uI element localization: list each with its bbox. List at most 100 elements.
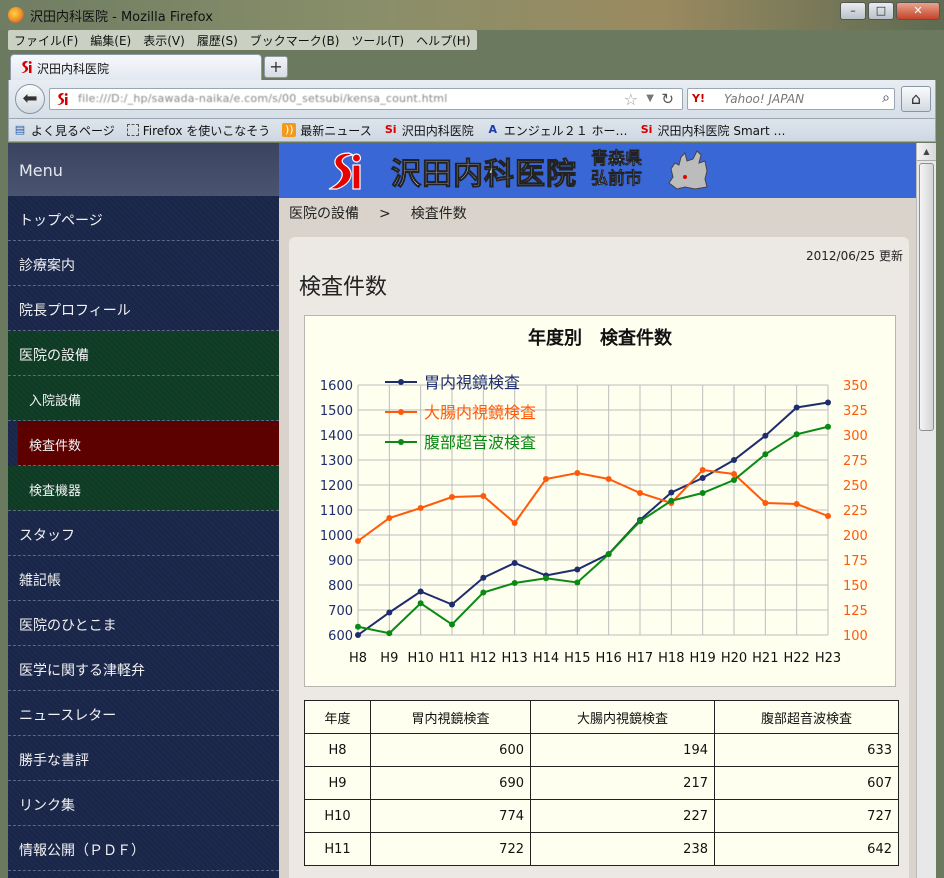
sidebar-item-facilities[interactable]: 医院の設備 bbox=[8, 331, 279, 376]
x-tick-label: H15 bbox=[564, 651, 590, 666]
sidebar-item-newsletter[interactable]: ニュースレター bbox=[8, 691, 279, 736]
exam-count-chart: 年度別 検査件数 1600 1500 1400 1300 1200 1100 1000 900 8… bbox=[304, 315, 896, 687]
menu-view[interactable]: 表示(V) bbox=[137, 30, 191, 50]
minimize-button[interactable]: – bbox=[840, 2, 866, 20]
data-point bbox=[699, 475, 706, 481]
sidebar-item-staff[interactable]: スタッフ bbox=[8, 511, 279, 556]
series-line bbox=[357, 425, 829, 635]
back-button[interactable]: ⬅ bbox=[15, 84, 45, 114]
data-point bbox=[793, 501, 800, 507]
exam-count-table-container: 年度 胃内視鏡検査 大腸内視鏡検査 腹部超音波検査 H8 600 194 633 H9 6… bbox=[304, 700, 899, 866]
new-tab-button[interactable]: + bbox=[264, 56, 288, 78]
scroll-up-icon[interactable]: ▲ bbox=[917, 143, 936, 161]
sidebar-item-disclosure-pdf[interactable]: 情報公開（ＰＤＦ） bbox=[8, 826, 279, 871]
table-cell: 227 bbox=[530, 799, 715, 833]
data-point bbox=[699, 467, 706, 473]
menu-tools[interactable]: ツール(T) bbox=[345, 30, 410, 50]
menu-history[interactable]: 履歴(S) bbox=[191, 30, 244, 50]
data-point bbox=[386, 515, 393, 521]
table-cell: 607 bbox=[714, 766, 899, 800]
page-scrollbar[interactable]: ▲ bbox=[916, 143, 936, 878]
menu-bar: ファイル(F) 編集(E) 表示(V) 履歴(S) ブックマーク(B) ツール(… bbox=[8, 30, 477, 50]
chart-canvas: 年度別 検査件数 1600 1500 1400 1300 1200 1100 1000 900 8… bbox=[320, 327, 868, 666]
updated-date: 2012/06/25 更新 bbox=[806, 249, 903, 263]
data-point bbox=[511, 580, 518, 586]
back-arrow-icon: ⬅ bbox=[22, 88, 38, 109]
close-button[interactable]: ✕ bbox=[896, 2, 940, 20]
sidebar-item-exam-count[interactable]: 検査件数 bbox=[18, 421, 279, 466]
y-right-tick-label: 325 bbox=[843, 404, 868, 419]
bookmark-latest-news[interactable]: )) 最新ニュース bbox=[282, 122, 372, 139]
bookmark-sawada-smart[interactable]: Si 沢田内科医院 Smart … bbox=[640, 122, 786, 139]
y-left-tick-label: 1500 bbox=[320, 404, 353, 419]
bookmark-angel21[interactable]: A エンジェル２１ ホー… bbox=[486, 122, 627, 139]
x-tick-label: H14 bbox=[533, 651, 559, 666]
sidebar-item-notes[interactable]: 雑記帳 bbox=[8, 556, 279, 601]
url-dropdown-icon[interactable]: ▼ bbox=[646, 93, 654, 104]
sidebar-item-top[interactable]: トップページ bbox=[8, 196, 279, 241]
sidebar-item-clinic-info[interactable]: 診療案内 bbox=[8, 241, 279, 286]
breadcrumb: 医院の設備 > 検査件数 bbox=[279, 198, 936, 225]
table-cell: 600 bbox=[370, 733, 531, 767]
menu-bookmarks[interactable]: ブックマーク(B) bbox=[244, 30, 346, 50]
y-left-tick-label: 1100 bbox=[320, 504, 353, 519]
data-point bbox=[762, 432, 769, 439]
sidebar-item-inpatient[interactable]: 入院設備 bbox=[8, 376, 279, 421]
data-point bbox=[637, 490, 643, 496]
x-tick-label: H20 bbox=[721, 651, 747, 666]
bookmark-firefox-tips[interactable]: Firefox を使いこなそう bbox=[126, 122, 270, 139]
data-point bbox=[480, 574, 487, 581]
scrollbar-thumb[interactable] bbox=[919, 163, 934, 431]
site-favicon-icon bbox=[21, 61, 32, 73]
sidebar-item-book-reviews[interactable]: 勝手な書評 bbox=[8, 736, 279, 781]
navigation-toolbar: ⬅ file:///D:/_hp/sawada-naika/e.com/s/00… bbox=[8, 80, 936, 118]
tab-sawada[interactable]: 沢田内科医院 bbox=[10, 54, 262, 80]
table-cell: 690 bbox=[370, 766, 531, 800]
site-favicon-icon bbox=[57, 93, 68, 105]
maximize-button[interactable]: □ bbox=[868, 2, 894, 20]
url-bar[interactable]: file:///D:/_hp/sawada-naika/e.com/s/00_s… bbox=[49, 88, 683, 110]
y-left-tick-label: 700 bbox=[328, 604, 353, 619]
tab-strip: 沢田内科医院 + bbox=[0, 52, 944, 80]
sidebar-item-clinic-scenes[interactable]: 医院のひとこま bbox=[8, 601, 279, 646]
bookmark-sawada[interactable]: Si 沢田内科医院 bbox=[384, 122, 474, 139]
yahoo-engine-icon[interactable]: Y! bbox=[692, 92, 705, 105]
legend-label: 胃内視鏡検査 bbox=[424, 373, 520, 392]
y-right-tick-label: 100 bbox=[843, 629, 868, 644]
y-left-tick-label: 1200 bbox=[320, 479, 353, 494]
search-icon[interactable]: ⌕ bbox=[882, 90, 890, 106]
sidebar-item-tsugaru-dialect[interactable]: 医学に関する津軽弁 bbox=[8, 646, 279, 691]
y-right-tick-label: 175 bbox=[843, 554, 868, 569]
bookmark-most-visited[interactable]: ▤ よく見るページ bbox=[13, 122, 115, 139]
table-cell: H8 bbox=[304, 733, 371, 767]
sidebar-item-exam-equipment[interactable]: 検査機器 bbox=[8, 466, 279, 511]
y-right-tick-label: 250 bbox=[843, 479, 868, 494]
data-point bbox=[449, 494, 455, 500]
x-tick-label: H8 bbox=[349, 651, 367, 666]
web-page: Menu トップページ 診療案内 院長プロフィール 医院の設備 入院設備 検査件… bbox=[8, 143, 936, 878]
table-row: H9 690 217 607 bbox=[304, 766, 899, 800]
bookmark-star-icon[interactable]: ☆ bbox=[624, 90, 638, 109]
bookmark-folder-icon: ▤ bbox=[14, 123, 26, 136]
sidebar-item-links[interactable]: リンク集 bbox=[8, 781, 279, 826]
data-point bbox=[543, 476, 549, 482]
y-right-tick-label: 200 bbox=[843, 529, 868, 544]
table-row: H8 600 194 633 bbox=[304, 733, 899, 767]
table-cell: 642 bbox=[714, 832, 899, 866]
angel21-icon: A bbox=[488, 123, 497, 136]
sidebar-item-director-profile[interactable]: 院長プロフィール bbox=[8, 286, 279, 331]
reload-icon[interactable]: ↻ bbox=[661, 90, 674, 108]
rss-feed-icon: )) bbox=[282, 123, 297, 137]
site-banner[interactable]: 沢田内科医院 青森県 弘前市 bbox=[279, 143, 936, 198]
menu-edit[interactable]: 編集(E) bbox=[84, 30, 137, 50]
data-point bbox=[699, 490, 706, 496]
y-left-tick-label: 600 bbox=[328, 629, 353, 644]
menu-file[interactable]: ファイル(F) bbox=[8, 30, 84, 50]
y-left-tick-label: 1000 bbox=[320, 529, 353, 544]
table-cell: 238 bbox=[530, 832, 715, 866]
aomori-map-icon bbox=[668, 150, 708, 190]
home-button[interactable]: ⌂ bbox=[901, 86, 931, 112]
breadcrumb-parent[interactable]: 医院の設備 bbox=[289, 206, 359, 222]
menu-help[interactable]: ヘルプ(H) bbox=[410, 30, 476, 50]
search-bar[interactable]: Y! Yahoo! JAPAN ⌕ bbox=[687, 88, 895, 110]
